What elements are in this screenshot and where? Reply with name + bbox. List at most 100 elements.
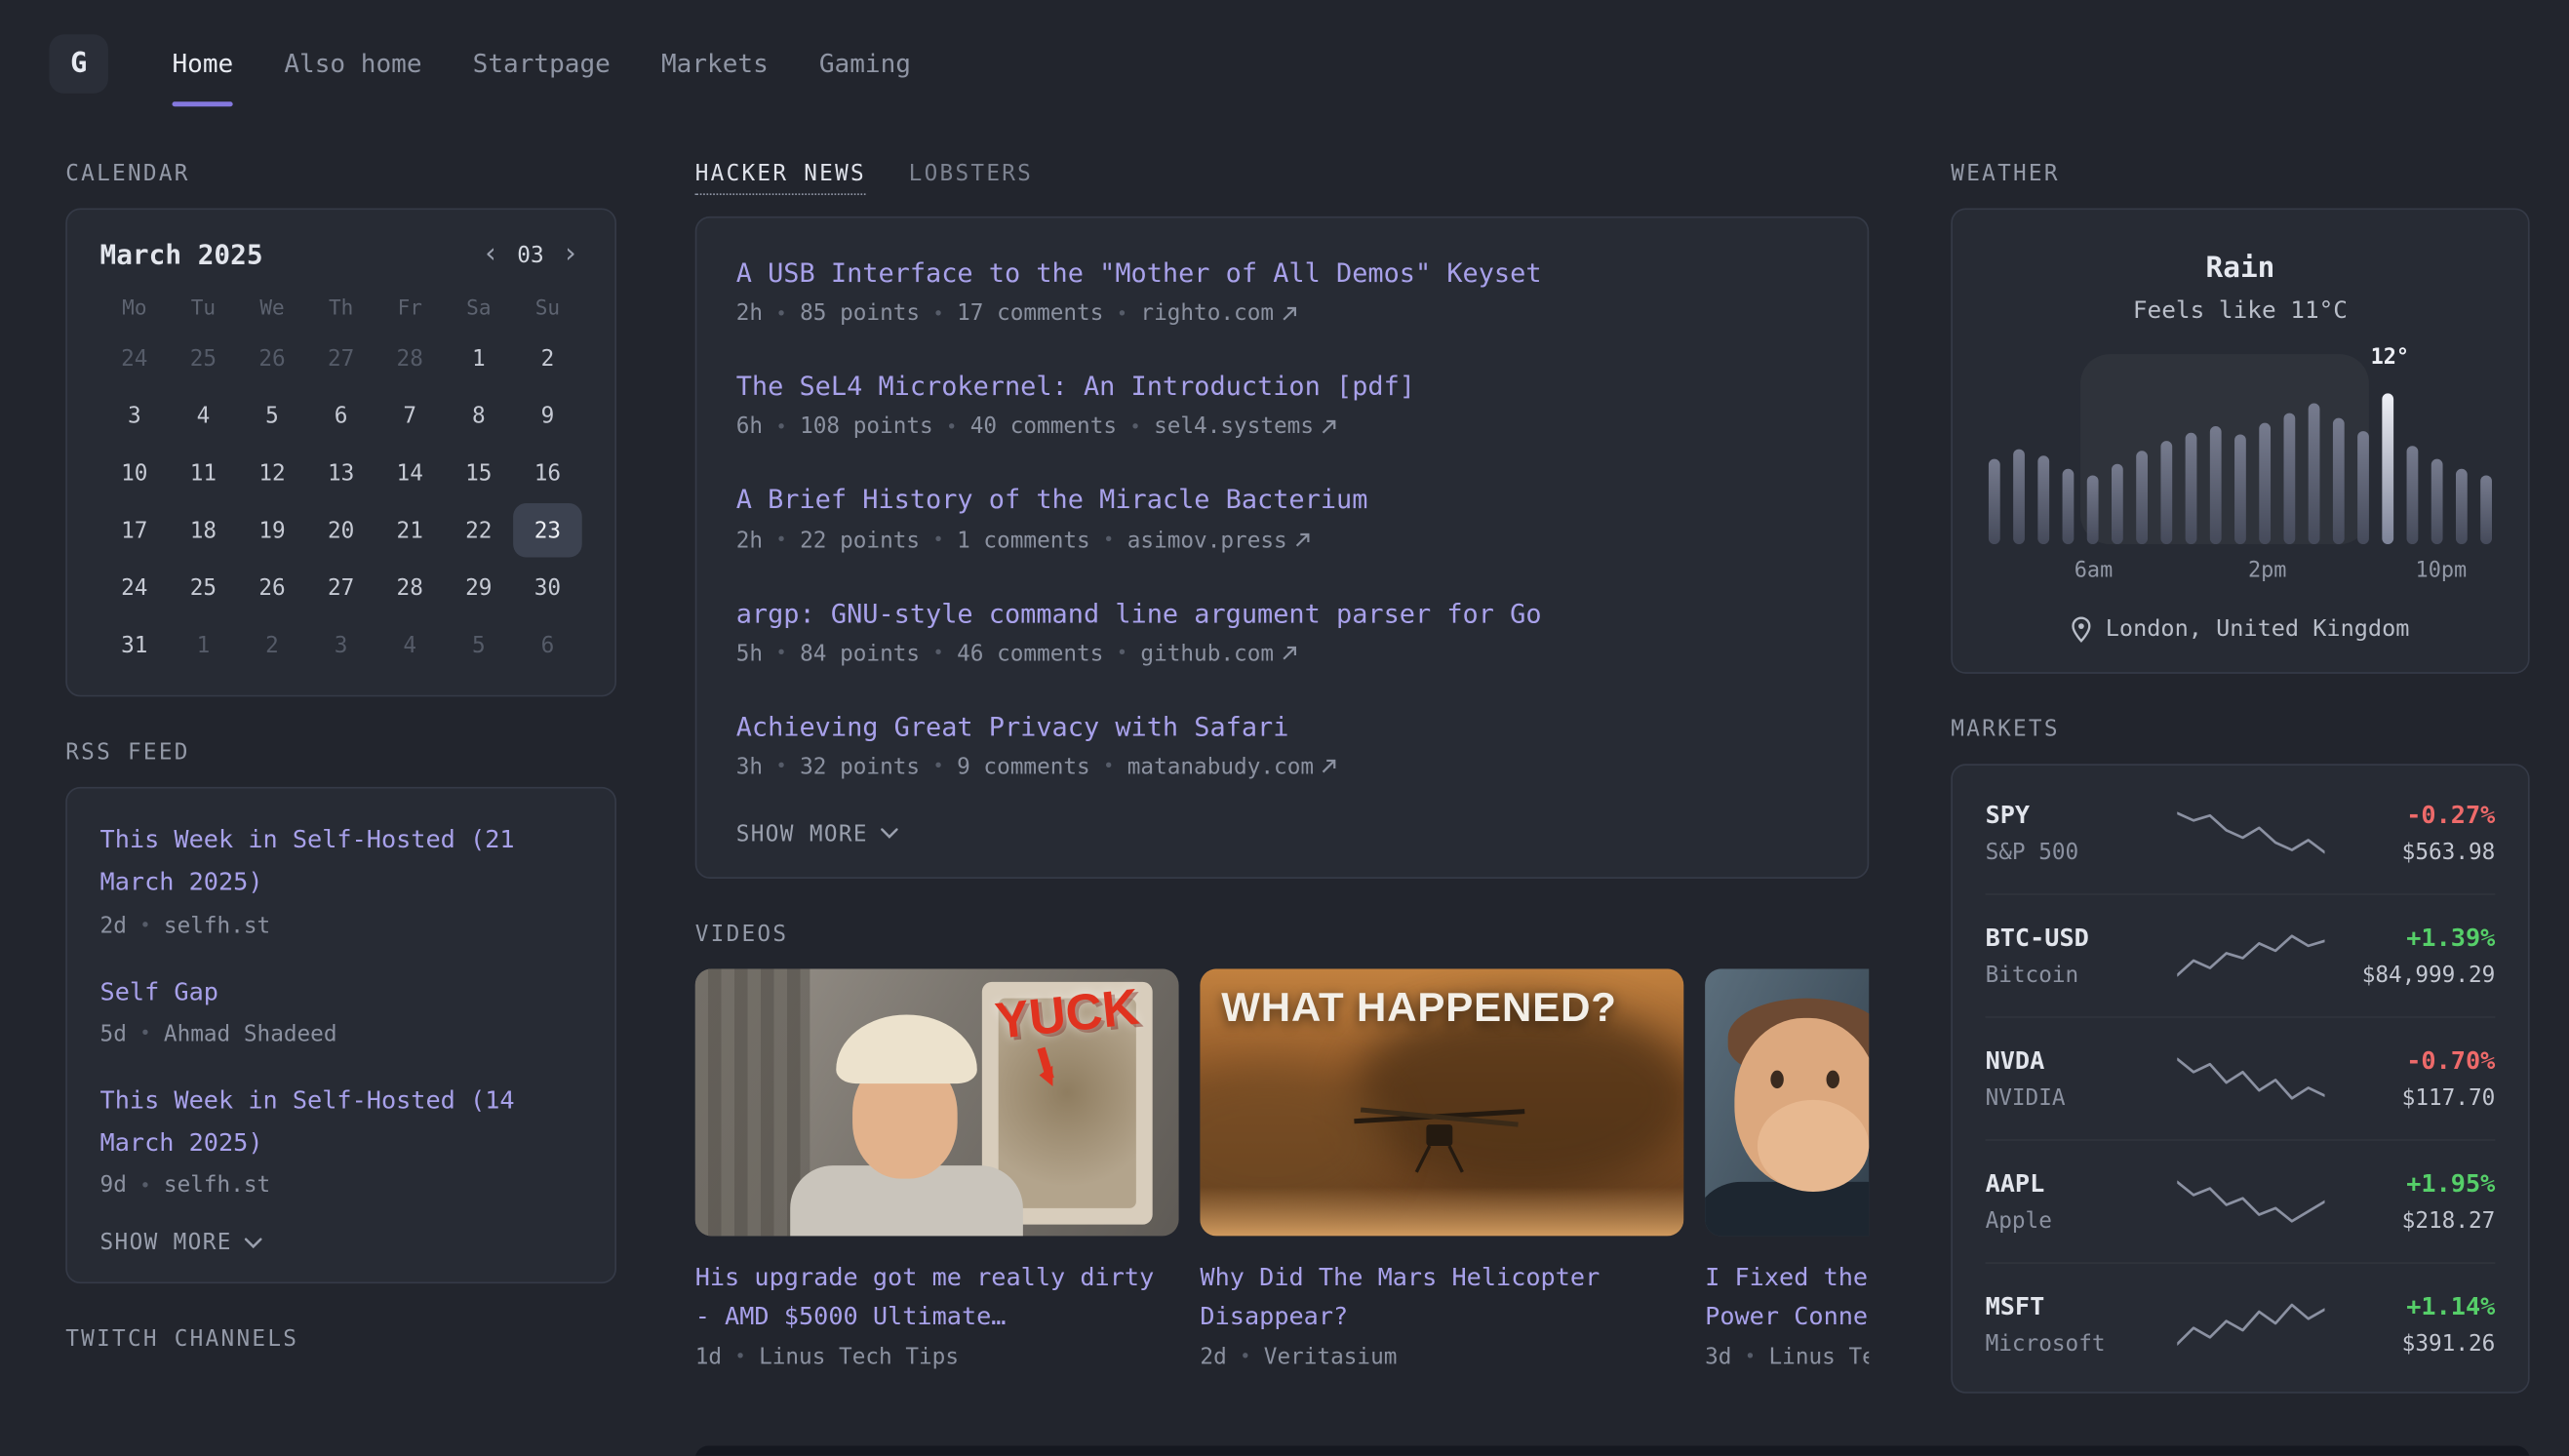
calendar-day[interactable]: 17 — [100, 503, 170, 557]
list-item: This Week in Self-Hosted (21 March 2025)… — [100, 818, 582, 939]
calendar-day[interactable]: 31 — [100, 618, 170, 672]
calendar-day[interactable]: 9 — [513, 388, 582, 442]
video-thumbnail[interactable]: YUCK — [695, 968, 1179, 1236]
market-row[interactable]: AAPL Apple +1.95% $218.27 — [1986, 1139, 2496, 1262]
calendar-day[interactable]: 5 — [445, 618, 514, 672]
calendar-day[interactable]: 1 — [169, 618, 238, 672]
separator-dot: • — [776, 416, 787, 438]
market-symbol-block: MSFT Microsoft — [1986, 1292, 2169, 1358]
calendar-day[interactable]: 1 — [445, 332, 514, 385]
calendar-day[interactable]: 26 — [238, 561, 307, 614]
video-title[interactable]: His upgrade got me really dirty - AMD $5… — [695, 1257, 1179, 1336]
market-row[interactable]: NVDA NVIDIA -0.70% $117.70 — [1986, 1016, 2496, 1139]
calendar-day[interactable]: 15 — [445, 446, 514, 499]
story-title[interactable]: Achieving Great Privacy with Safari — [736, 708, 1828, 746]
calendar-day[interactable]: 25 — [169, 332, 238, 385]
calendar-day[interactable]: 23 — [513, 503, 582, 557]
separator-dot: • — [1103, 530, 1114, 551]
nav-tab-startpage[interactable]: Startpage — [473, 0, 611, 128]
video-title[interactable]: Why Did The Mars Helicopter Disappear? — [1200, 1257, 1683, 1336]
calendar-day[interactable]: 27 — [306, 332, 375, 385]
nav-tab-gaming[interactable]: Gaming — [819, 0, 911, 128]
calendar-day[interactable]: 18 — [169, 503, 238, 557]
calendar-day[interactable]: 21 — [375, 503, 445, 557]
calendar-day[interactable]: 2 — [238, 618, 307, 672]
market-row[interactable]: MSFT Microsoft +1.14% $391.26 — [1986, 1262, 2496, 1385]
calendar-day[interactable]: 6 — [306, 388, 375, 442]
story-title[interactable]: argp: GNU-style command line argument pa… — [736, 594, 1828, 632]
calendar-day[interactable]: 2 — [513, 332, 582, 385]
calendar-day[interactable]: 6 — [513, 618, 582, 672]
calendar-day[interactable]: 13 — [306, 446, 375, 499]
rss-item-source: selfh.st — [164, 912, 270, 938]
video-thumbnail[interactable]: DO T T — [1705, 968, 1869, 1236]
logo[interactable]: G — [49, 34, 108, 94]
calendar-day[interactable]: 28 — [375, 332, 445, 385]
calendar-day[interactable]: 4 — [375, 618, 445, 672]
market-ticker: SPY — [1986, 800, 2169, 829]
nav-tab-home[interactable]: Home — [172, 0, 233, 128]
video-meta: 3d • Linus Tec — [1705, 1344, 1869, 1370]
market-symbol-block: NVDA NVIDIA — [1986, 1045, 2169, 1111]
video-channel: Linus Tec — [1769, 1344, 1870, 1370]
calendar-day[interactable]: 16 — [513, 446, 582, 499]
video-card: DO T T I Fixed the 5 Power Connect 3d • … — [1705, 968, 1869, 1370]
calendar-day[interactable]: 3 — [100, 388, 170, 442]
nav-tab-also-home[interactable]: Also home — [284, 0, 421, 128]
calendar-day[interactable]: 30 — [513, 561, 582, 614]
calendar-day[interactable]: 11 — [169, 446, 238, 499]
calendar-day[interactable]: 4 — [169, 388, 238, 442]
calendar-day[interactable]: 22 — [445, 503, 514, 557]
chevron-down-icon — [881, 829, 898, 841]
nav-tab-markets[interactable]: Markets — [661, 0, 769, 128]
weather-chart: 12° — [1989, 374, 2492, 544]
market-row[interactable]: BTC-USD Bitcoin +1.39% $84,999.29 — [1986, 893, 2496, 1016]
calendar-prev-icon[interactable]: ‹ — [479, 241, 502, 269]
external-link-icon — [1322, 760, 1336, 774]
story-age: 6h — [736, 413, 763, 440]
story-age: 5h — [736, 641, 763, 667]
news-show-more-button[interactable]: SHOW MORE — [736, 821, 899, 847]
market-symbol-block: SPY S&P 500 — [1986, 800, 2169, 865]
calendar-day[interactable]: 24 — [100, 561, 170, 614]
calendar-day[interactable]: 24 — [100, 332, 170, 385]
tab-hacker-news[interactable]: HACKER NEWS — [695, 161, 866, 195]
calendar-day[interactable]: 5 — [238, 388, 307, 442]
calendar-day[interactable]: 29 — [445, 561, 514, 614]
calendar-day[interactable]: 8 — [445, 388, 514, 442]
tab-lobsters[interactable]: LOBSTERS — [909, 161, 1033, 195]
calendar-day[interactable]: 26 — [238, 332, 307, 385]
separator-dot: • — [1745, 1347, 1756, 1368]
separator-dot: • — [139, 1023, 150, 1044]
weather-bar — [2283, 413, 2295, 544]
calendar-day[interactable]: 7 — [375, 388, 445, 442]
rss-item-title[interactable]: Self Gap — [100, 969, 582, 1012]
calendar-day[interactable]: 3 — [306, 618, 375, 672]
calendar-next-icon[interactable]: › — [559, 241, 582, 269]
calendar-day[interactable]: 12 — [238, 446, 307, 499]
calendar-day[interactable]: 27 — [306, 561, 375, 614]
calendar-day[interactable]: 14 — [375, 446, 445, 499]
story-title[interactable]: A USB Interface to the "Mother of All De… — [736, 255, 1828, 293]
story-title[interactable]: The SeL4 Microkernel: An Introduction [p… — [736, 368, 1828, 406]
rss-item-title[interactable]: This Week in Self-Hosted (21 March 2025) — [100, 818, 582, 904]
market-price: $563.98 — [2331, 840, 2495, 866]
calendar-day[interactable]: 19 — [238, 503, 307, 557]
video-thumbnail[interactable]: WHAT HAPPENED? — [1200, 968, 1683, 1236]
external-link-icon — [1282, 306, 1296, 321]
calendar-day[interactable]: 20 — [306, 503, 375, 557]
video-channel: Veritasium — [1264, 1344, 1398, 1370]
video-title[interactable]: I Fixed the 5 Power Connect — [1705, 1257, 1869, 1336]
market-row[interactable]: SPY S&P 500 -0.27% $563.98 — [1986, 772, 2496, 893]
rss-show-more-button[interactable]: SHOW MORE — [100, 1230, 263, 1256]
show-more-label: SHOW MORE — [736, 821, 868, 847]
calendar-month-label: March 2025 — [100, 239, 263, 270]
rss-item-title[interactable]: This Week in Self-Hosted (14 March 2025) — [100, 1079, 582, 1164]
calendar-day[interactable]: 28 — [375, 561, 445, 614]
table-row: Achieving Great Privacy with Safari 3h• … — [736, 708, 1828, 780]
story-title[interactable]: A Brief History of the Miracle Bacterium — [736, 481, 1828, 519]
market-price: $391.26 — [2331, 1331, 2495, 1358]
video-card: WHAT HAPPENED? Why Did The Mars Helicopt… — [1200, 968, 1683, 1370]
calendar-day[interactable]: 10 — [100, 446, 170, 499]
calendar-day[interactable]: 25 — [169, 561, 238, 614]
